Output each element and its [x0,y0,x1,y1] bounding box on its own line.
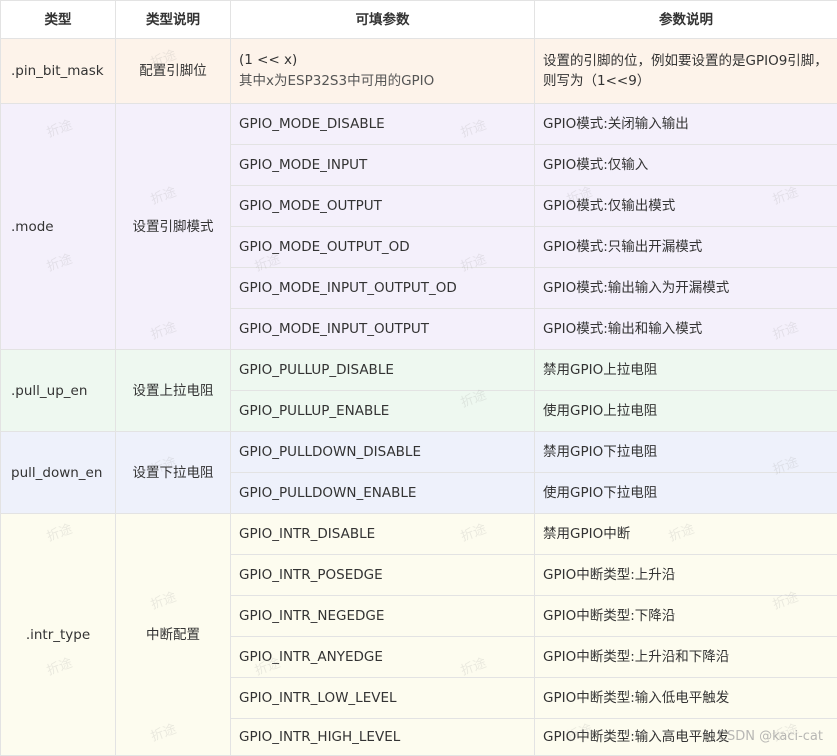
type-cell: .pin_bit_mask [1,39,116,104]
param-desc-cell: 禁用GPIO中断 [535,514,837,555]
table-row: pull_down_en 设置下拉电阻 GPIO_PULLDOWN_DISABL… [1,432,837,473]
param-desc-cell: 禁用GPIO下拉电阻 [535,432,837,473]
table-header-row: 类型 类型说明 可填参数 参数说明 [1,1,837,39]
type-desc-cell: 设置下拉电阻 [116,432,231,514]
param-desc-cell: GPIO中断类型:下降沿 [535,596,837,637]
mask-param-line1: (1 << x) [239,50,526,71]
param-desc-cell: GPIO模式:仅输入 [535,145,837,186]
param-cell: GPIO_MODE_INPUT_OUTPUT [231,309,535,350]
param-cell: GPIO_MODE_DISABLE [231,104,535,145]
param-cell: GPIO_MODE_INPUT [231,145,535,186]
param-cell: GPIO_INTR_NEGEDGE [231,596,535,637]
mask-param-line2: 其中x为ESP32S3中可用的GPIO [239,71,526,92]
header-type-desc: 类型说明 [116,1,231,39]
param-cell: GPIO_INTR_ANYEDGE [231,637,535,678]
param-desc-cell: 使用GPIO下拉电阻 [535,473,837,514]
param-desc-cell: GPIO模式:仅输出模式 [535,186,837,227]
param-cell: GPIO_INTR_LOW_LEVEL [231,678,535,719]
param-desc-cell: GPIO中断类型:上升沿 [535,555,837,596]
type-desc-cell: 设置引脚模式 [116,104,231,350]
param-desc-cell: GPIO模式:输出输入为开漏模式 [535,268,837,309]
table-row: .pin_bit_mask 配置引脚位 (1 << x) 其中x为ESP32S3… [1,39,837,104]
param-cell: GPIO_INTR_POSEDGE [231,555,535,596]
param-cell: GPIO_MODE_OUTPUT [231,186,535,227]
gpio-config-table: 类型 类型说明 可填参数 参数说明 .pin_bit_mask 配置引脚位 (1… [0,0,837,756]
header-param: 可填参数 [231,1,535,39]
param-cell: GPIO_MODE_INPUT_OUTPUT_OD [231,268,535,309]
param-desc-cell: GPIO中断类型:输入低电平触发 [535,678,837,719]
type-cell: pull_down_en [1,432,116,514]
type-desc-cell: 设置上拉电阻 [116,350,231,432]
param-cell: GPIO_INTR_DISABLE [231,514,535,555]
param-desc-cell: GPIO中断类型:上升沿和下降沿 [535,637,837,678]
param-cell: GPIO_PULLUP_DISABLE [231,350,535,391]
param-cell: GPIO_MODE_OUTPUT_OD [231,227,535,268]
table-row: .intr_type 中断配置 GPIO_INTR_DISABLE 禁用GPIO… [1,514,837,555]
header-type: 类型 [1,1,116,39]
type-desc-cell: 中断配置 [116,514,231,756]
param-desc-cell: GPIO模式:输出和输入模式 [535,309,837,350]
param-cell: (1 << x) 其中x为ESP32S3中可用的GPIO [231,39,535,104]
param-cell: GPIO_PULLDOWN_DISABLE [231,432,535,473]
param-desc-cell: 禁用GPIO上拉电阻 [535,350,837,391]
type-desc-cell: 配置引脚位 [116,39,231,104]
param-desc-cell: 使用GPIO上拉电阻 [535,391,837,432]
param-cell: GPIO_PULLUP_ENABLE [231,391,535,432]
table-row: .mode 设置引脚模式 GPIO_MODE_DISABLE GPIO模式:关闭… [1,104,837,145]
param-desc-cell: GPIO模式:关闭输入输出 [535,104,837,145]
type-cell: .intr_type [1,514,116,756]
table-row: .pull_up_en 设置上拉电阻 GPIO_PULLUP_DISABLE 禁… [1,350,837,391]
param-desc-cell: GPIO模式:只输出开漏模式 [535,227,837,268]
type-cell: .mode [1,104,116,350]
param-desc-cell: 设置的引脚的位，例如要设置的是GPIO9引脚，则写为（1<<9） [535,39,837,104]
type-cell: .pull_up_en [1,350,116,432]
param-cell: GPIO_PULLDOWN_ENABLE [231,473,535,514]
header-param-desc: 参数说明 [535,1,837,39]
